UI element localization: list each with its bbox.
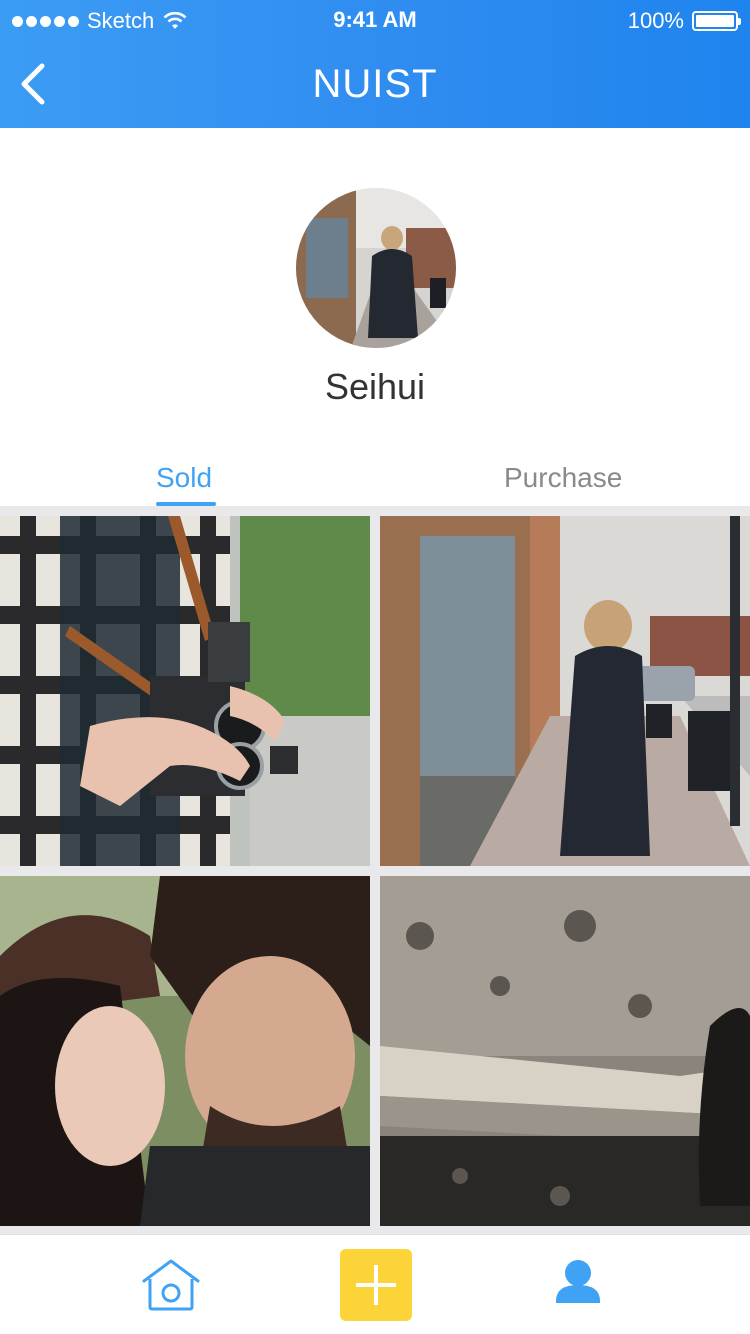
avatar[interactable]	[296, 188, 456, 348]
status-bar: Sketch 9:41 AM 100%	[0, 0, 750, 40]
street-walk-photo	[380, 516, 750, 866]
photo-tile-street[interactable]	[380, 516, 750, 866]
battery-percent: 100%	[627, 8, 684, 33]
header-bar: Sketch 9:41 AM 100% NUIST	[0, 0, 750, 128]
avatar-image	[296, 188, 456, 348]
couple-photo	[0, 876, 370, 1226]
photo-tile-camera[interactable]	[0, 516, 370, 866]
tab-purchase[interactable]: Purchase	[504, 462, 622, 494]
bottom-tab-bar	[0, 1234, 750, 1334]
user-icon	[556, 1260, 600, 1303]
add-button[interactable]	[340, 1249, 412, 1321]
battery-icon	[692, 11, 741, 31]
photo-tile-rubble[interactable]	[380, 876, 750, 1226]
rubble-photo	[380, 876, 750, 1226]
camera-photo	[0, 516, 370, 866]
home-button[interactable]	[138, 1255, 204, 1315]
username: Seihui	[324, 366, 426, 407]
tab-bar-top: Sold Purchase	[0, 450, 750, 510]
nav-bar: NUIST	[0, 40, 750, 128]
battery-group: 100%	[627, 8, 741, 34]
home-icon	[142, 1259, 200, 1311]
tab-sold[interactable]: Sold	[156, 462, 212, 494]
photo-tile-couple[interactable]	[0, 876, 370, 1226]
battery-level	[696, 15, 734, 27]
plus-icon	[356, 1265, 396, 1305]
profile-button[interactable]	[552, 1257, 604, 1313]
page-title: NUIST	[312, 62, 438, 106]
